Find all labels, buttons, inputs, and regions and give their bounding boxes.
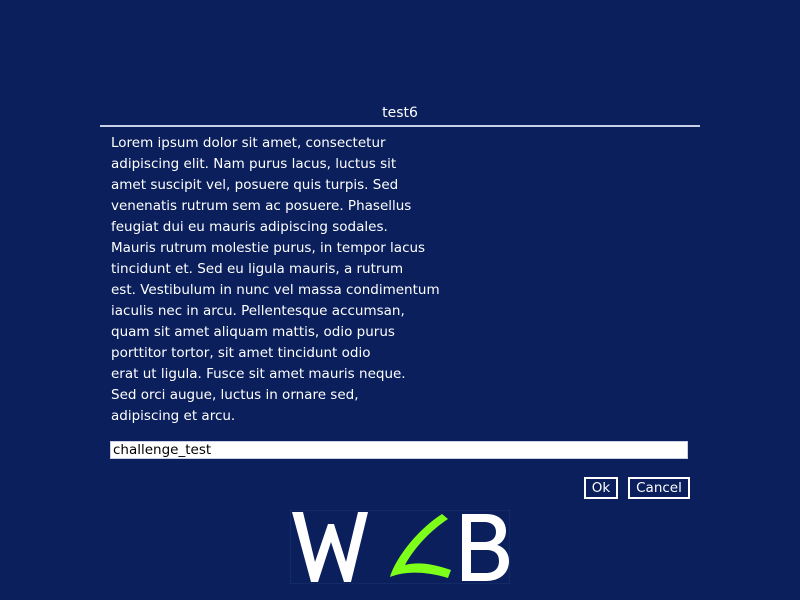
message-line: feugiat dui eu mauris adipiscing sodales… <box>111 219 388 235</box>
logo-letter-w <box>292 512 368 582</box>
message-line: amet suscipit vel, posuere quis turpis. … <box>111 177 399 193</box>
ok-button[interactable]: Ok <box>584 477 618 499</box>
message-line: est. Vestibulum in nunc vel massa condim… <box>111 282 440 298</box>
message-line: quam sit amet aliquam mattis, odio purus <box>111 324 395 340</box>
message-line: porttitor tortor, sit amet tincidunt odi… <box>111 345 371 361</box>
text-input-field[interactable] <box>110 441 688 459</box>
message-line: Mauris rutrum molestie purus, in tempor … <box>111 240 426 256</box>
title-divider <box>100 125 700 127</box>
logo-letter-a <box>390 514 451 578</box>
dialog-title: test6 <box>382 105 418 121</box>
message-line: Lorem ipsum dolor sit amet, consectetur <box>111 135 386 151</box>
message-line: venenatis rutrum sem ac posuere. Phasell… <box>111 198 412 214</box>
wab-logo-icon <box>290 510 510 584</box>
message-line: adipiscing elit. Nam purus lacus, luctus… <box>111 156 397 172</box>
message-line: Sed orci augue, luctus in ornare sed, <box>111 387 359 403</box>
message-line: adipiscing et arcu. <box>111 408 236 424</box>
message-line: erat ut ligula. Fusce sit amet mauris ne… <box>111 366 406 382</box>
message-line: iaculis nec in arcu. Pellentesque accums… <box>111 303 405 319</box>
logo-letter-b <box>462 514 509 581</box>
cancel-button[interactable]: Cancel <box>628 477 690 499</box>
message-line: tincidunt et. Sed eu ligula mauris, a ru… <box>111 261 404 277</box>
message-text: Lorem ipsum dolor sit amet, consectetur … <box>111 133 491 427</box>
